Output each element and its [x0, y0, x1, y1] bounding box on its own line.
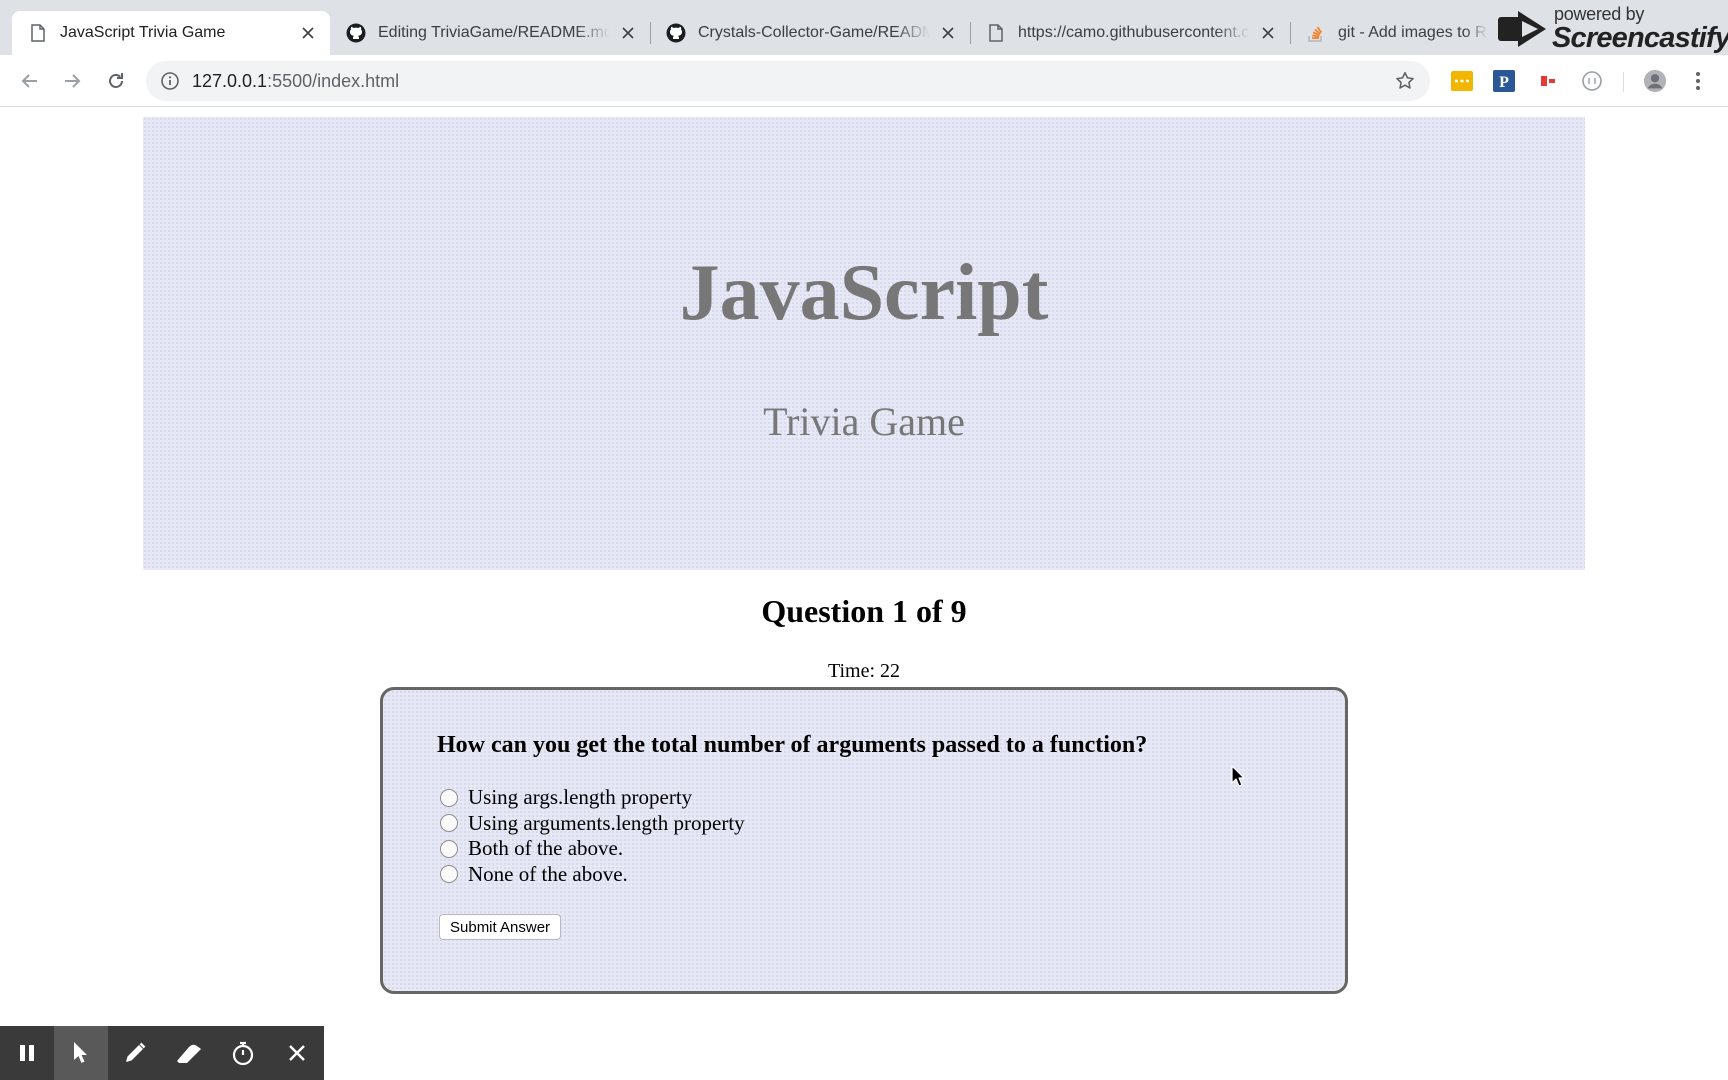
info-icon[interactable] — [160, 71, 180, 91]
reload-button[interactable] — [101, 66, 131, 96]
arrow-left-icon — [21, 74, 37, 88]
pen-icon — [126, 1042, 146, 1062]
extension-p-icon[interactable]: P — [1492, 69, 1516, 93]
screencastify-logo-icon — [1498, 11, 1546, 47]
reload-icon — [109, 73, 123, 88]
countdown-timer: Time: 22 — [0, 660, 1728, 683]
page-icon — [28, 23, 48, 43]
pen-tool-button[interactable] — [108, 1026, 162, 1080]
browser-menu-button[interactable] — [1686, 69, 1710, 93]
tab-javascript-trivia-game[interactable]: JavaScript Trivia Game — [12, 11, 330, 55]
page-subtitle: Trivia Game — [763, 399, 965, 444]
extension-keyboard-icon[interactable] — [1450, 69, 1474, 93]
header-jumbotron — [143, 117, 1585, 570]
answer-option[interactable]: Using arguments.length property — [440, 811, 745, 837]
pause-recording-button[interactable] — [0, 1026, 54, 1080]
cursor-tool-button[interactable] — [54, 1026, 108, 1080]
svg-text:P: P — [1499, 74, 1509, 91]
close-tab-icon[interactable] — [938, 23, 958, 43]
browser-toolbar: 127.0.0.1:5500/index.html P — [0, 55, 1728, 107]
github-icon — [666, 23, 686, 43]
page-title: JavaScript — [679, 249, 1049, 337]
cursor-icon — [74, 1042, 87, 1063]
bookmark-star-icon[interactable] — [1394, 70, 1416, 92]
timer-tool-button[interactable] — [216, 1026, 270, 1080]
tab-title: https://camo.githubusercontent.com — [1018, 24, 1250, 41]
answer-label: Using arguments.length property — [468, 810, 745, 835]
arrow-right-icon — [65, 74, 81, 88]
answer-label: None of the above. — [468, 861, 628, 886]
github-icon — [346, 23, 366, 43]
tab-crystals-collector-readme[interactable]: Crystals-Collector-Game/README.md — [650, 11, 970, 55]
tab-camo-githubusercontent[interactable]: https://camo.githubusercontent.com — [970, 11, 1290, 55]
submit-answer-button[interactable]: Submit Answer — [439, 914, 562, 940]
timer-icon — [232, 1041, 254, 1066]
url-text: 127.0.0.1:5500/index.html — [192, 71, 399, 92]
question-counter-heading: Question 1 of 9 — [761, 593, 967, 629]
tab-title: git - Add images to README.md — [1338, 24, 1488, 41]
toolbar-separator — [1623, 72, 1624, 92]
tab-git-add-images[interactable]: git - Add images to README.md — [1290, 11, 1500, 55]
close-icon — [289, 1045, 305, 1061]
address-bar[interactable]: 127.0.0.1:5500/index.html — [146, 61, 1430, 101]
forward-button[interactable] — [57, 66, 87, 96]
answer-radio[interactable] — [440, 865, 458, 884]
mouse-cursor-icon — [1231, 765, 1245, 787]
answer-option[interactable]: Using args.length property — [440, 785, 745, 811]
extension-red-icon[interactable] — [1536, 69, 1560, 93]
screencastify-brand: Screencastify — [1552, 22, 1728, 54]
screencastify-recorder-toolbar — [0, 1026, 324, 1080]
browser-tab-strip: JavaScript Trivia Game Editing TriviaGam… — [0, 0, 1728, 55]
more-vert-icon — [1696, 72, 1700, 90]
back-button[interactable] — [15, 66, 45, 96]
url-host: 127.0.0.1 — [192, 71, 268, 91]
answer-label: Using args.length property — [468, 785, 693, 810]
answer-radio[interactable] — [440, 814, 458, 833]
tab-editing-triviagame-readme[interactable]: Editing TriviaGame/README.md — [330, 11, 650, 55]
eraser-tool-button[interactable] — [162, 1026, 216, 1080]
close-tab-icon[interactable] — [1258, 23, 1278, 43]
close-tab-icon[interactable] — [618, 23, 638, 43]
answer-radio[interactable] — [440, 788, 458, 807]
answer-label: Both of the above. — [468, 836, 624, 861]
tab-title: Editing TriviaGame/README.md — [378, 24, 610, 41]
question-card: How can you get the total number of argu… — [380, 687, 1348, 994]
timer-label: Time: — [827, 660, 876, 682]
pause-icon — [20, 1045, 34, 1061]
answer-options: Using args.length property Using argumen… — [440, 785, 745, 887]
page-icon — [986, 23, 1006, 43]
stackoverflow-icon — [1306, 23, 1326, 43]
answer-option[interactable]: None of the above. — [440, 862, 745, 888]
close-tab-icon[interactable] — [298, 23, 318, 43]
screencastify-watermark: powered by Screencastify — [1492, 0, 1728, 55]
tab-title: Crystals-Collector-Game/README.md — [698, 24, 930, 41]
url-path: :5500/index.html — [267, 71, 400, 91]
answer-radio[interactable] — [440, 839, 458, 858]
eraser-icon — [177, 1044, 201, 1063]
extension-circle-icon[interactable] — [1580, 69, 1604, 93]
timer-value: 22 — [880, 660, 901, 682]
tab-title: JavaScript Trivia Game — [60, 24, 226, 41]
question-text: How can you get the total number of argu… — [437, 732, 1148, 758]
close-recorder-button[interactable] — [270, 1026, 324, 1080]
answer-option[interactable]: Both of the above. — [440, 836, 745, 862]
profile-avatar[interactable] — [1643, 69, 1667, 93]
